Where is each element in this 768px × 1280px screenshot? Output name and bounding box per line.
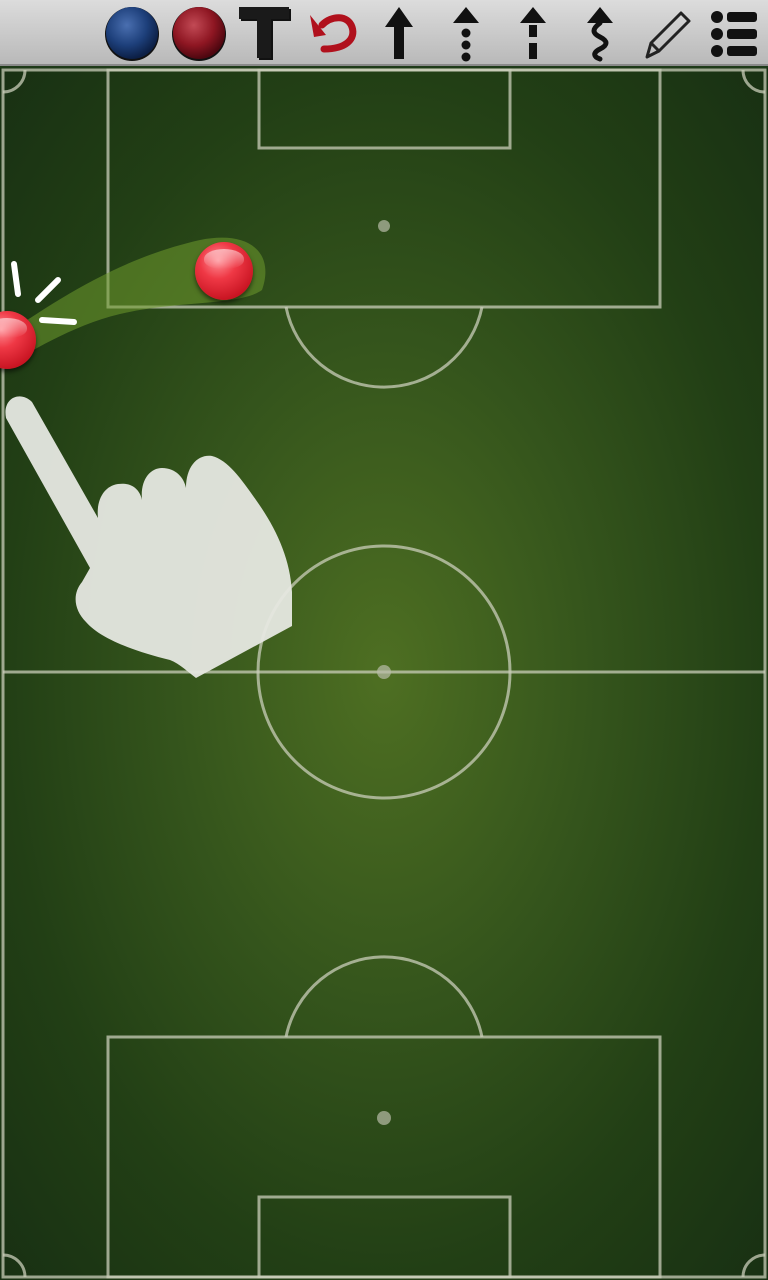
dashed-arrow-up-icon [520, 7, 546, 59]
tap-hand-icon [5, 396, 293, 678]
letter-t-icon [239, 7, 291, 60]
wavy-arrow-up-icon [587, 7, 613, 62]
solid-arrow-up-icon [385, 7, 413, 59]
dotted-arrow-up-icon [453, 7, 479, 62]
list-menu-icon [711, 11, 757, 57]
red-circle-icon [172, 7, 226, 61]
wavy-arrow-tool[interactable] [569, 3, 631, 63]
undo-tool[interactable] [301, 3, 363, 63]
text-tool[interactable] [234, 3, 296, 63]
undo-arrow-icon [310, 14, 357, 53]
solid-arrow-tool[interactable] [368, 3, 430, 63]
dotted-arrow-tool[interactable] [435, 3, 497, 63]
red-player-token-1[interactable] [195, 242, 253, 300]
blue-circle-icon [105, 7, 159, 61]
menu-tool[interactable] [702, 3, 764, 63]
soccer-pitch[interactable] [0, 68, 768, 1280]
blue-token-tool[interactable] [101, 3, 163, 63]
red-token-tool[interactable] [168, 3, 230, 63]
pencil-tool[interactable] [636, 3, 698, 63]
pencil-icon [645, 11, 691, 59]
dashed-arrow-tool[interactable] [502, 3, 564, 63]
toolbar [0, 0, 768, 66]
